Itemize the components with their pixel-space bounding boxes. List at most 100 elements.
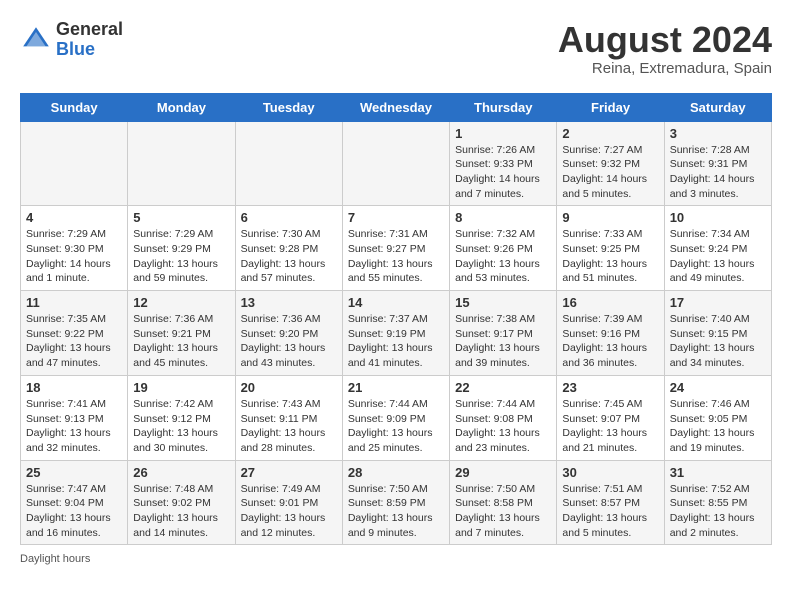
day-number: 16 <box>562 295 658 310</box>
title-area: August 2024 Reina, Extremadura, Spain <box>558 20 772 77</box>
logo-blue: Blue <box>56 39 95 59</box>
calendar-cell: 27 Sunrise: 7:49 AM Sunset: 9:01 PM Dayli… <box>235 460 342 545</box>
calendar-cell <box>21 121 128 206</box>
calendar-cell: 8Sunrise: 7:32 AM Sunset: 9:26 PM Daylig… <box>450 206 557 291</box>
day-number: 7 <box>348 210 444 225</box>
calendar-cell: 10 Sunrise: 7:34 AM Sunset: 9:24 PM Dayli… <box>664 206 771 291</box>
calendar-cell: 18Sunrise: 7:41 AM Sunset: 9:13 PM Dayli… <box>21 375 128 460</box>
day-info: Sunrise: 7:48 AM Sunset: 9:02 PM Dayligh… <box>133 482 229 541</box>
calendar-cell: 29Sunrise: 7:50 AM Sunset: 8:58 PM Dayli… <box>450 460 557 545</box>
header-day-sunday: Sunday <box>21 93 128 121</box>
calendar-cell: 4 Sunrise: 7:29 AM Sunset: 9:30 PM Daylig… <box>21 206 128 291</box>
day-info: Sunrise: 7:49 AM Sunset: 9:01 PM Dayligh… <box>241 482 337 541</box>
calendar-cell <box>235 121 342 206</box>
day-info: Sunrise: 7:42 AM Sunset: 9:12 PM Dayligh… <box>133 397 229 456</box>
page-header: General Blue August 2024 Reina, Extremad… <box>20 20 772 77</box>
day-info: Sunrise: 7:29 AM Sunset: 9:30 PM Dayligh… <box>26 227 122 286</box>
day-number: 26 <box>133 465 229 480</box>
day-info: Sunrise: 7:31 AM Sunset: 9:27 PM Dayligh… <box>348 227 444 286</box>
calendar-body: 1 Sunrise: 7:26 AM Sunset: 9:33 PM Daylig… <box>21 121 772 545</box>
calendar-cell: 3 Sunrise: 7:28 AM Sunset: 9:31 PM Daylig… <box>664 121 771 206</box>
day-number: 22 <box>455 380 551 395</box>
day-info: Sunrise: 7:26 AM Sunset: 9:33 PM Dayligh… <box>455 143 551 202</box>
footer: Daylight hours <box>20 553 772 565</box>
calendar-cell: 20Sunrise: 7:43 AM Sunset: 9:11 PM Dayli… <box>235 375 342 460</box>
day-number: 11 <box>26 295 122 310</box>
header-day-tuesday: Tuesday <box>235 93 342 121</box>
day-number: 13 <box>241 295 337 310</box>
daylight-label: Daylight hours <box>20 553 90 565</box>
calendar-cell: 17 Sunrise: 7:40 AM Sunset: 9:15 PM Dayli… <box>664 291 771 376</box>
calendar-cell: 21Sunrise: 7:44 AM Sunset: 9:09 PM Dayli… <box>342 375 449 460</box>
day-number: 27 <box>241 465 337 480</box>
calendar-cell: 7 Sunrise: 7:31 AM Sunset: 9:27 PM Daylig… <box>342 206 449 291</box>
day-info: Sunrise: 7:45 AM Sunset: 9:07 PM Dayligh… <box>562 397 658 456</box>
day-number: 31 <box>670 465 766 480</box>
header-day-monday: Monday <box>128 93 235 121</box>
day-number: 30 <box>562 465 658 480</box>
calendar-cell: 31 Sunrise: 7:52 AM Sunset: 8:55 PM Dayli… <box>664 460 771 545</box>
day-info: Sunrise: 7:28 AM Sunset: 9:31 PM Dayligh… <box>670 143 766 202</box>
calendar-cell: 11 Sunrise: 7:35 AM Sunset: 9:22 PM Dayli… <box>21 291 128 376</box>
day-number: 29 <box>455 465 551 480</box>
day-number: 6 <box>241 210 337 225</box>
day-number: 10 <box>670 210 766 225</box>
day-number: 1 <box>455 126 551 141</box>
day-info: Sunrise: 7:41 AM Sunset: 9:13 PM Dayligh… <box>26 397 122 456</box>
month-year-title: August 2024 <box>558 20 772 60</box>
day-number: 28 <box>348 465 444 480</box>
day-number: 4 <box>26 210 122 225</box>
day-info: Sunrise: 7:35 AM Sunset: 9:22 PM Dayligh… <box>26 312 122 371</box>
day-number: 24 <box>670 380 766 395</box>
location-subtitle: Reina, Extremadura, Spain <box>558 60 772 77</box>
calendar-week-4: 18Sunrise: 7:41 AM Sunset: 9:13 PM Dayli… <box>21 375 772 460</box>
day-number: 21 <box>348 380 444 395</box>
logo: General Blue <box>20 20 123 60</box>
day-info: Sunrise: 7:38 AM Sunset: 9:17 PM Dayligh… <box>455 312 551 371</box>
logo-text: General Blue <box>56 20 123 60</box>
day-info: Sunrise: 7:36 AM Sunset: 9:20 PM Dayligh… <box>241 312 337 371</box>
day-info: Sunrise: 7:40 AM Sunset: 9:15 PM Dayligh… <box>670 312 766 371</box>
day-number: 12 <box>133 295 229 310</box>
calendar-cell: 24 Sunrise: 7:46 AM Sunset: 9:05 PM Dayli… <box>664 375 771 460</box>
header-day-wednesday: Wednesday <box>342 93 449 121</box>
header-day-friday: Friday <box>557 93 664 121</box>
calendar-cell: 2Sunrise: 7:27 AM Sunset: 9:32 PM Daylig… <box>557 121 664 206</box>
calendar-cell: 1 Sunrise: 7:26 AM Sunset: 9:33 PM Daylig… <box>450 121 557 206</box>
day-info: Sunrise: 7:37 AM Sunset: 9:19 PM Dayligh… <box>348 312 444 371</box>
calendar-cell: 26 Sunrise: 7:48 AM Sunset: 9:02 PM Dayli… <box>128 460 235 545</box>
calendar-cell: 5 Sunrise: 7:29 AM Sunset: 9:29 PM Daylig… <box>128 206 235 291</box>
day-number: 17 <box>670 295 766 310</box>
day-number: 25 <box>26 465 122 480</box>
day-number: 3 <box>670 126 766 141</box>
calendar-cell <box>342 121 449 206</box>
day-info: Sunrise: 7:46 AM Sunset: 9:05 PM Dayligh… <box>670 397 766 456</box>
calendar-cell: 19Sunrise: 7:42 AM Sunset: 9:12 PM Dayli… <box>128 375 235 460</box>
day-info: Sunrise: 7:43 AM Sunset: 9:11 PM Dayligh… <box>241 397 337 456</box>
calendar-cell: 23 Sunrise: 7:45 AM Sunset: 9:07 PM Dayli… <box>557 375 664 460</box>
day-number: 8 <box>455 210 551 225</box>
day-info: Sunrise: 7:30 AM Sunset: 9:28 PM Dayligh… <box>241 227 337 286</box>
day-info: Sunrise: 7:47 AM Sunset: 9:04 PM Dayligh… <box>26 482 122 541</box>
day-info: Sunrise: 7:29 AM Sunset: 9:29 PM Dayligh… <box>133 227 229 286</box>
day-info: Sunrise: 7:34 AM Sunset: 9:24 PM Dayligh… <box>670 227 766 286</box>
day-info: Sunrise: 7:44 AM Sunset: 9:08 PM Dayligh… <box>455 397 551 456</box>
calendar-cell: 28 Sunrise: 7:50 AM Sunset: 8:59 PM Dayli… <box>342 460 449 545</box>
calendar-cell: 16 Sunrise: 7:39 AM Sunset: 9:16 PM Dayli… <box>557 291 664 376</box>
day-info: Sunrise: 7:33 AM Sunset: 9:25 PM Dayligh… <box>562 227 658 286</box>
calendar-cell <box>128 121 235 206</box>
day-number: 14 <box>348 295 444 310</box>
day-info: Sunrise: 7:50 AM Sunset: 8:59 PM Dayligh… <box>348 482 444 541</box>
day-number: 5 <box>133 210 229 225</box>
calendar-cell: 6 Sunrise: 7:30 AM Sunset: 9:28 PM Daylig… <box>235 206 342 291</box>
calendar-week-1: 1 Sunrise: 7:26 AM Sunset: 9:33 PM Daylig… <box>21 121 772 206</box>
calendar-cell: 15 Sunrise: 7:38 AM Sunset: 9:17 PM Dayli… <box>450 291 557 376</box>
day-info: Sunrise: 7:39 AM Sunset: 9:16 PM Dayligh… <box>562 312 658 371</box>
calendar-header: SundayMondayTuesdayWednesdayThursdayFrid… <box>21 93 772 121</box>
calendar-week-2: 4 Sunrise: 7:29 AM Sunset: 9:30 PM Daylig… <box>21 206 772 291</box>
day-info: Sunrise: 7:52 AM Sunset: 8:55 PM Dayligh… <box>670 482 766 541</box>
calendar-cell: 22 Sunrise: 7:44 AM Sunset: 9:08 PM Dayli… <box>450 375 557 460</box>
day-number: 23 <box>562 380 658 395</box>
day-number: 15 <box>455 295 551 310</box>
day-number: 2 <box>562 126 658 141</box>
